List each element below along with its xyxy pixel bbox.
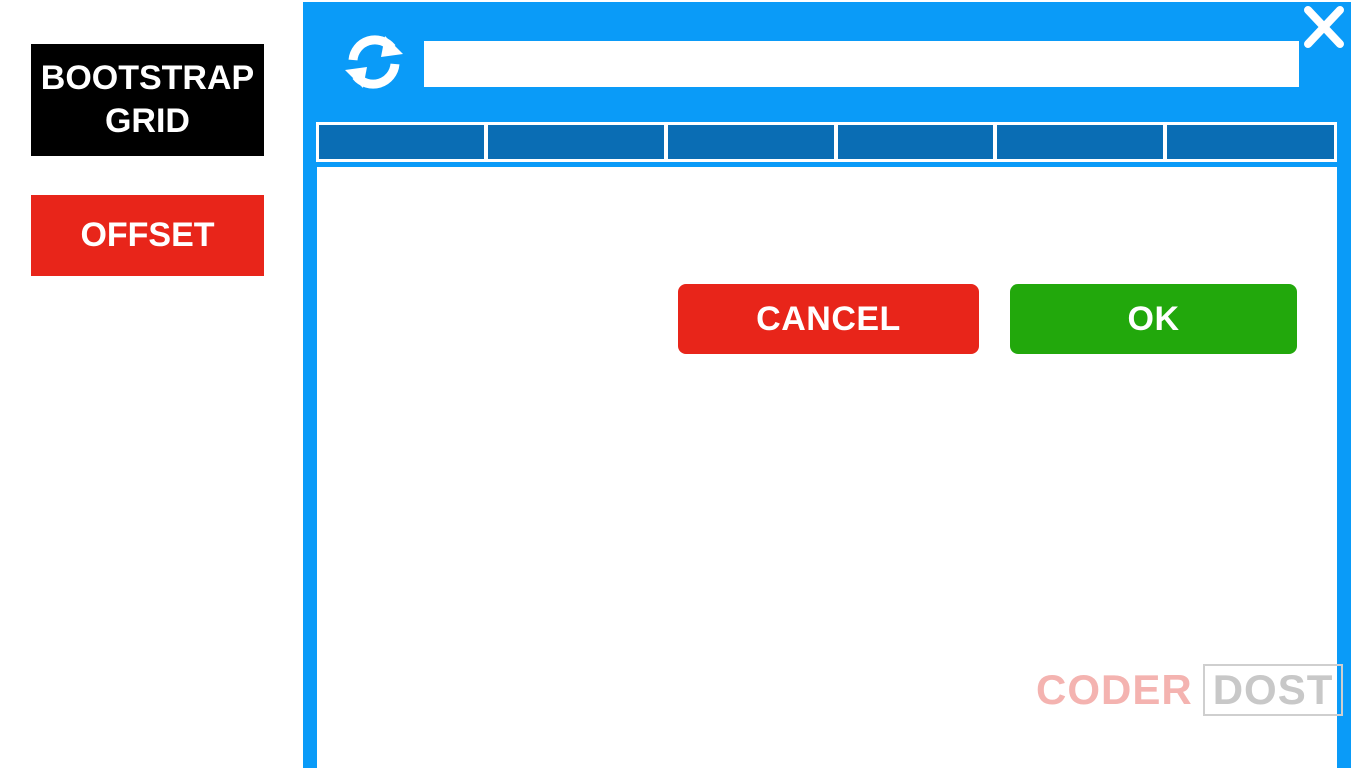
topic-label: OFFSET	[31, 195, 264, 276]
slide: BOOTSTRAP GRID OFFSET CANCEL OK CODER DO…	[0, 0, 1366, 768]
close-icon[interactable]	[1301, 4, 1347, 50]
tab-1[interactable]	[319, 125, 484, 159]
tab-bar	[316, 122, 1337, 162]
watermark-part-1: CODER	[1036, 666, 1193, 713]
address-bar[interactable]	[424, 41, 1299, 87]
title-line-2: GRID	[104, 102, 190, 140]
tab-3[interactable]	[668, 125, 834, 159]
tab-4[interactable]	[838, 125, 993, 159]
tab-2[interactable]	[488, 125, 664, 159]
tab-5[interactable]	[997, 125, 1163, 159]
browser-window: CANCEL OK	[303, 2, 1351, 768]
watermark-logo: CODER DOST	[1036, 662, 1344, 718]
topic-title: BOOTSTRAP GRID	[31, 44, 264, 156]
title-line-1: BOOTSTRAP	[40, 59, 255, 97]
ok-button[interactable]: OK	[1010, 284, 1297, 354]
refresh-icon[interactable]	[339, 30, 409, 94]
tab-6[interactable]	[1167, 125, 1334, 159]
watermark-part-2: DOST	[1202, 664, 1344, 716]
cancel-button[interactable]: CANCEL	[678, 284, 979, 354]
